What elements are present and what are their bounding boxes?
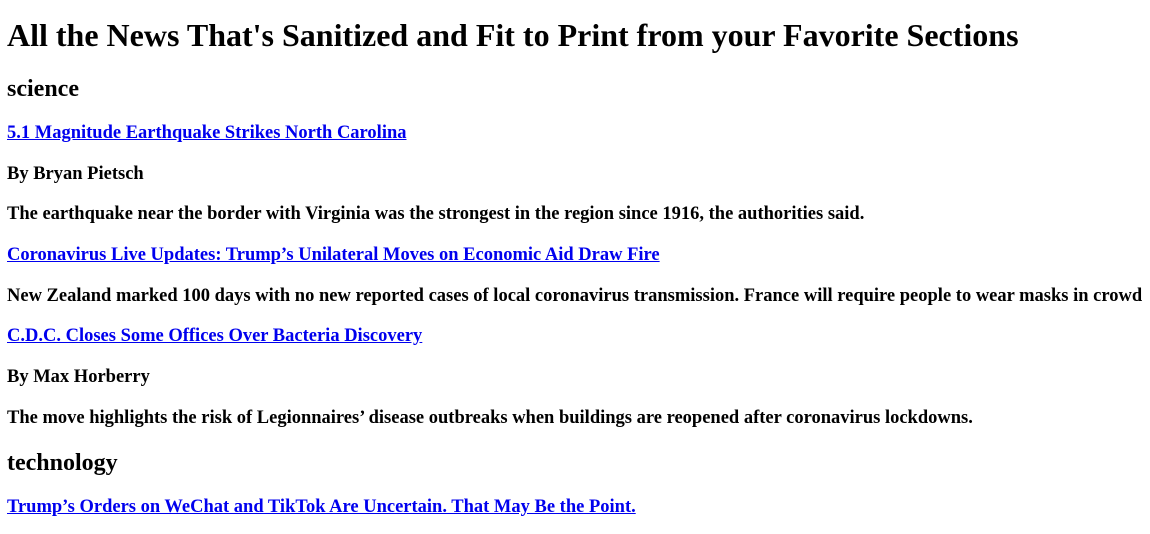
article-headline: Coronavirus Live Updates: Trump’s Unilat…	[7, 244, 660, 266]
article-headline: C.D.C. Closes Some Offices Over Bacteria…	[7, 325, 422, 347]
article-headline-link[interactable]: Coronavirus Live Updates: Trump’s Unilat…	[7, 245, 660, 265]
article-summary: The move highlights the risk of Legionna…	[7, 408, 973, 428]
article-byline: By Bryan Pietsch	[7, 164, 144, 184]
section-heading-science: science	[7, 76, 79, 102]
news-page: All the News That's Sanitized and Fit to…	[0, 0, 1150, 534]
article-headline-link[interactable]: Trump’s Orders on WeChat and TikTok Are …	[7, 497, 636, 517]
section-heading-technology: technology	[7, 450, 118, 476]
article-headline: 5.1 Magnitude Earthquake Strikes North C…	[7, 122, 407, 144]
article-headline-link[interactable]: C.D.C. Closes Some Offices Over Bacteria…	[7, 326, 422, 346]
page-title: All the News That's Sanitized and Fit to…	[7, 17, 1019, 53]
article-headline: Trump’s Orders on WeChat and TikTok Are …	[7, 496, 636, 518]
article-summary: The earthquake near the border with Virg…	[7, 204, 865, 224]
article-byline: By Max Horberry	[7, 367, 150, 387]
article-headline-link[interactable]: 5.1 Magnitude Earthquake Strikes North C…	[7, 123, 407, 143]
article-summary: New Zealand marked 100 days with no new …	[7, 286, 1143, 306]
